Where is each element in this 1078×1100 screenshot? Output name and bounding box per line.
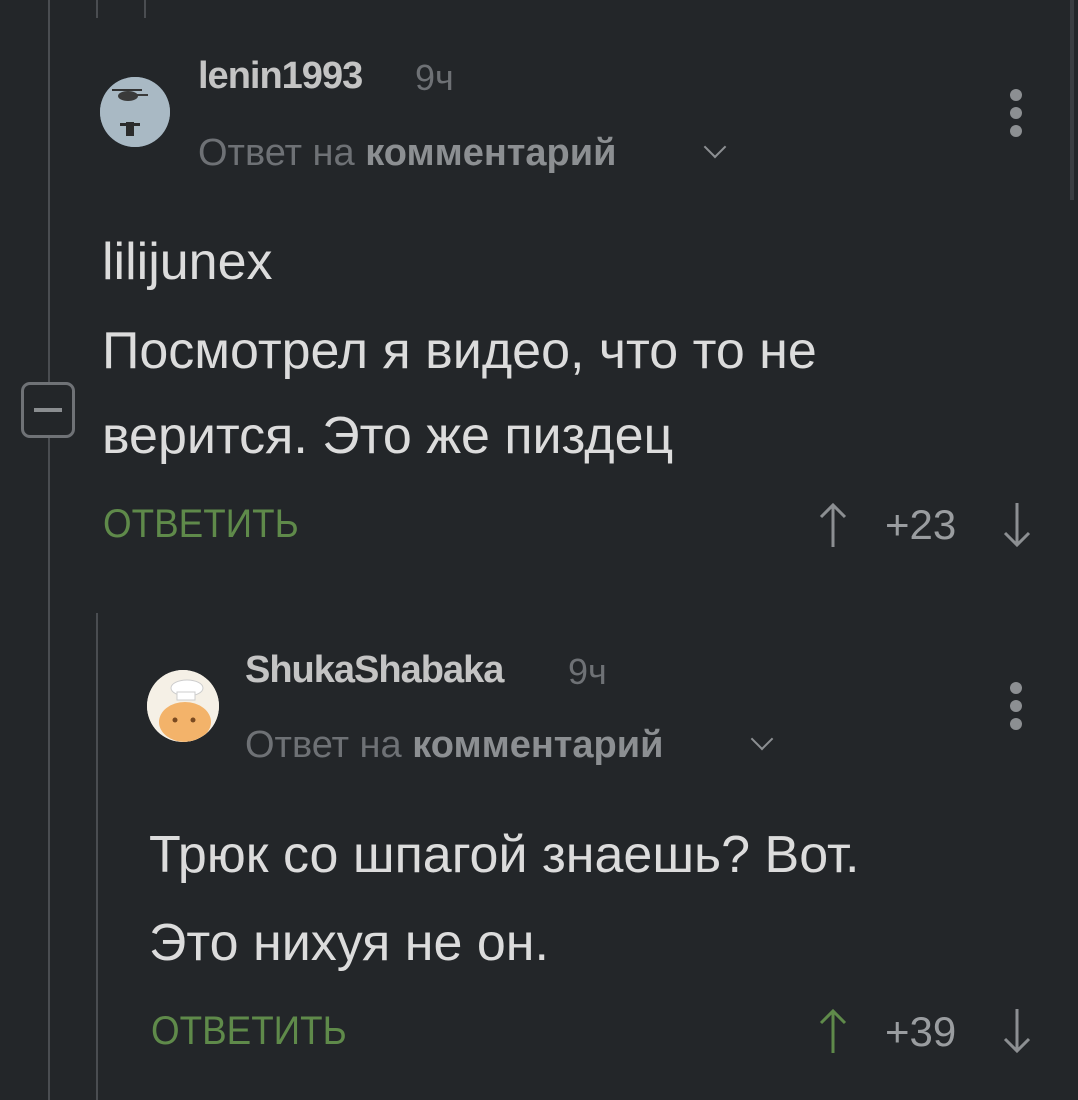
reply-button[interactable]: ОТВЕТИТЬ	[103, 502, 299, 547]
avatar[interactable]	[100, 77, 170, 147]
comment-text-line: Это нихуя не он.	[149, 914, 549, 972]
comment-score: +23	[885, 501, 957, 548]
comment-text-line: Посмотрел я видео, что то не	[102, 322, 817, 380]
avatar[interactable]	[147, 670, 219, 742]
comment-time: 9ч	[568, 651, 607, 692]
comment-text-line: верится. Это же пиздец	[102, 407, 674, 465]
comment-text-line: lilijunex	[102, 233, 273, 291]
more-options-icon[interactable]	[1010, 682, 1024, 736]
comment-text-line: Трюк со шпагой знаешь? Вот.	[149, 826, 860, 884]
more-options-icon[interactable]	[1010, 89, 1024, 143]
downvote-arrow-icon[interactable]	[1002, 501, 1032, 549]
reply-to-link[interactable]: комментарий	[412, 724, 663, 766]
comment-author[interactable]: ShukaShabaka	[245, 649, 504, 692]
chevron-down-icon[interactable]	[703, 135, 727, 159]
reply-to-link[interactable]: комментарий	[365, 132, 616, 174]
reply-to-prefix: Ответ на	[198, 132, 355, 174]
upvote-arrow-icon[interactable]	[818, 501, 848, 549]
helicopter-avatar-image	[100, 77, 170, 147]
comment-lenin1993: lenin1993 9ч Ответ на комментарий liliju…	[0, 0, 1078, 560]
comment-shukashabaka: ShukaShabaka 9ч Ответ на комментарий Трю…	[0, 600, 1078, 1100]
reply-to-prefix: Ответ на	[245, 724, 402, 766]
comment-time: 9ч	[415, 57, 454, 98]
cat-chef-avatar-image	[147, 670, 219, 742]
comment-author[interactable]: lenin1993	[198, 55, 363, 98]
upvote-arrow-icon[interactable]	[818, 1007, 848, 1055]
reply-to-line: Ответ на комментарий	[198, 132, 616, 175]
reply-to-line: Ответ на комментарий	[245, 724, 663, 767]
comment-score: +39	[885, 1008, 957, 1055]
chevron-down-icon[interactable]	[750, 727, 774, 751]
downvote-arrow-icon[interactable]	[1002, 1007, 1032, 1055]
reply-button[interactable]: ОТВЕТИТЬ	[151, 1009, 347, 1054]
